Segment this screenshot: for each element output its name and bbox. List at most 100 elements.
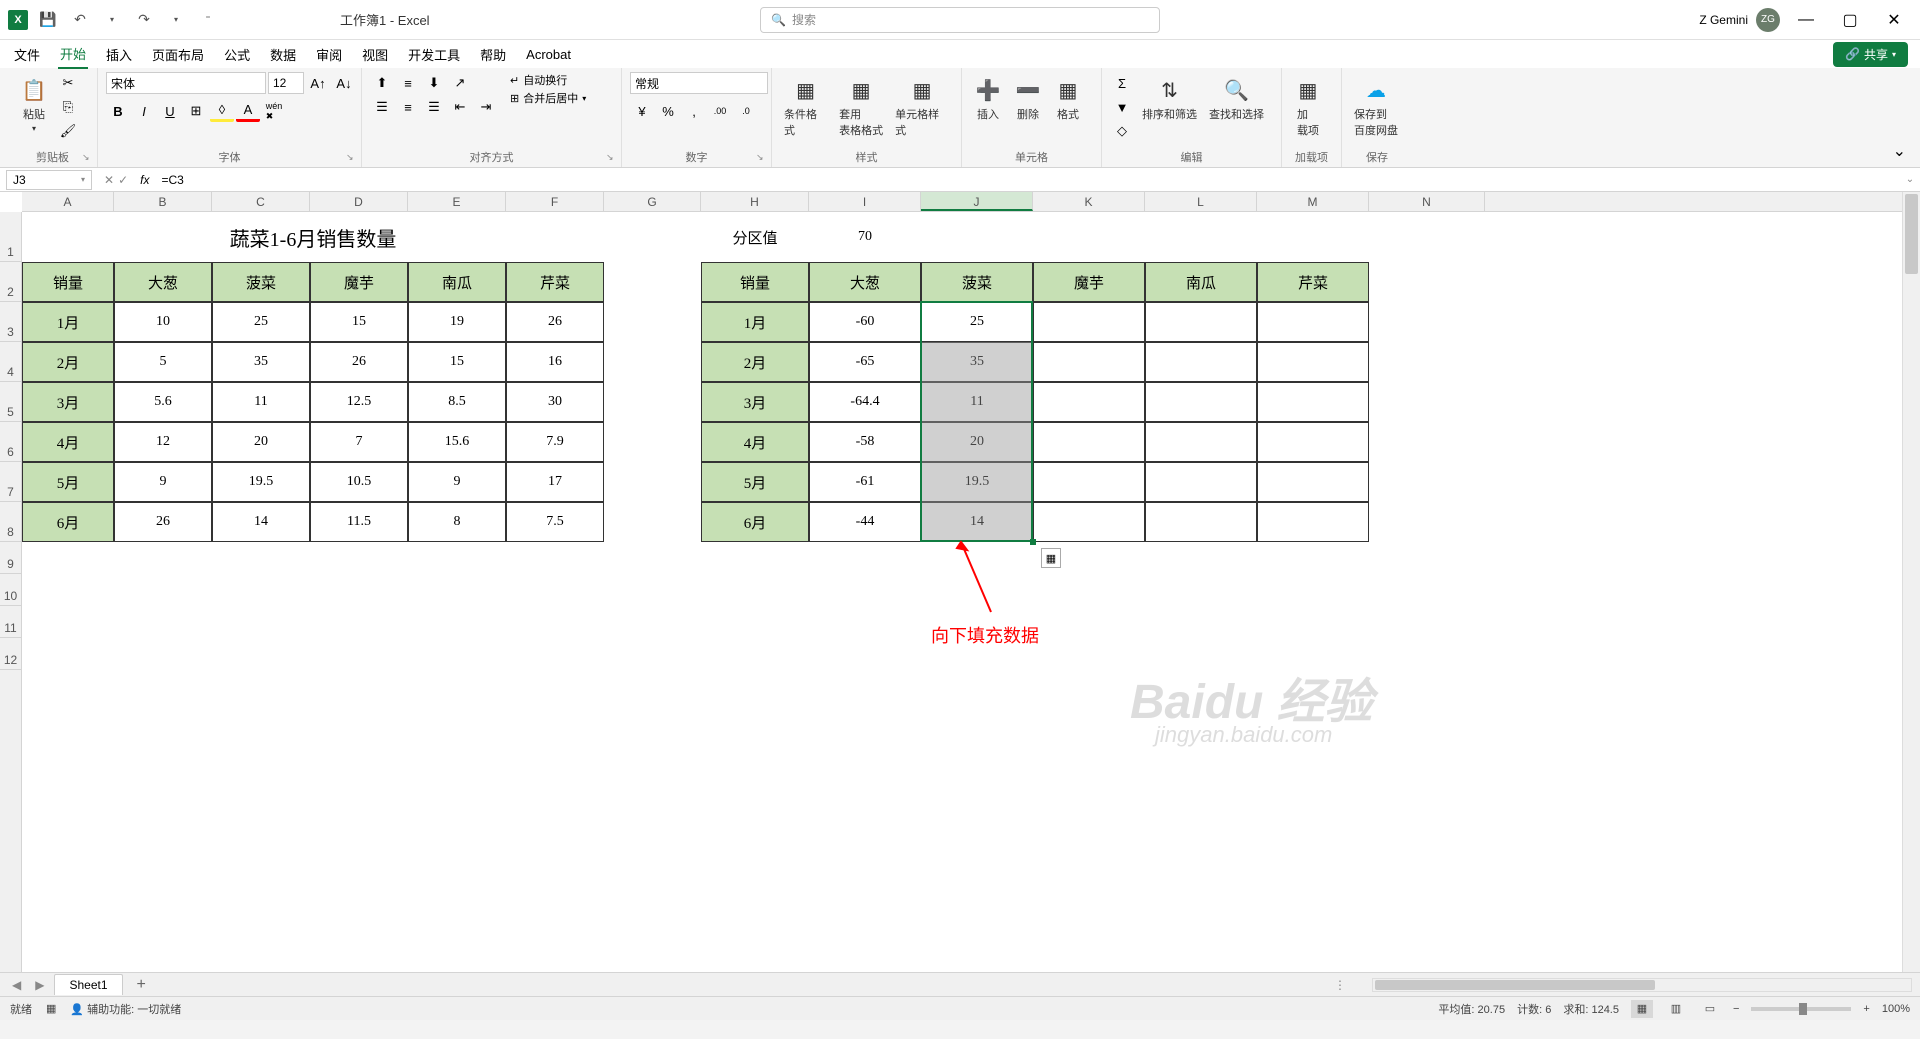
col-header-E[interactable]: E [408, 192, 506, 211]
cell[interactable]: 26 [114, 502, 212, 542]
align-bottom-icon[interactable]: ⬇ [422, 72, 446, 94]
underline-icon[interactable]: U [158, 100, 182, 122]
cell[interactable]: 20 [212, 422, 310, 462]
tab-file[interactable]: 文件 [12, 41, 42, 68]
cell[interactable]: 7.5 [506, 502, 604, 542]
cell[interactable]: 25 [212, 302, 310, 342]
minimize-icon[interactable]: — [1788, 5, 1824, 35]
cell[interactable]: 10.5 [310, 462, 408, 502]
col-header-F[interactable]: F [506, 192, 604, 211]
cell[interactable]: 7 [310, 422, 408, 462]
baidu-save-button[interactable]: ☁保存到 百度网盘 [1350, 72, 1402, 142]
number-dialog-launcher[interactable]: ↘ [756, 152, 768, 164]
autosum-icon[interactable]: Σ [1110, 72, 1134, 94]
orientation-icon[interactable]: ↗ [448, 72, 472, 94]
username[interactable]: Z Gemini [1699, 13, 1748, 27]
clear-icon[interactable]: ◇ [1110, 120, 1134, 142]
col-header-D[interactable]: D [310, 192, 408, 211]
cell[interactable]: 12 [114, 422, 212, 462]
cell[interactable]: 20 [921, 422, 1033, 462]
tab-review[interactable]: 审阅 [314, 41, 344, 68]
cell[interactable]: 15.6 [408, 422, 506, 462]
cut-icon[interactable]: ✂ [56, 72, 80, 94]
border-icon[interactable]: ⊞ [184, 100, 208, 122]
cell[interactable]: 6月 [701, 502, 809, 542]
zoom-out-icon[interactable]: − [1733, 1003, 1739, 1015]
prev-sheet-icon[interactable]: ◀ [8, 978, 25, 992]
row-header-9[interactable]: 9 [0, 542, 21, 574]
vertical-scrollbar[interactable] [1902, 192, 1920, 972]
row-header-8[interactable]: 8 [0, 502, 21, 542]
col-header-J[interactable]: J [921, 192, 1033, 211]
cell[interactable] [1033, 462, 1145, 502]
cell[interactable]: 19.5 [921, 462, 1033, 502]
cell[interactable] [1257, 342, 1369, 382]
autofill-options-icon[interactable]: ▦ [1041, 548, 1061, 568]
cell[interactable]: 1月 [701, 302, 809, 342]
cell[interactable]: 南瓜 [408, 262, 506, 302]
align-dialog-launcher[interactable]: ↘ [606, 152, 618, 164]
cell[interactable] [1145, 302, 1257, 342]
redo-dropdown-icon[interactable]: ▾ [164, 8, 188, 32]
fill-icon[interactable]: ▼ [1110, 96, 1134, 118]
hscroll-thumb[interactable] [1375, 980, 1655, 990]
cell[interactable]: 菠菜 [212, 262, 310, 302]
cell[interactable]: -58 [809, 422, 921, 462]
col-header-G[interactable]: G [604, 192, 701, 211]
redo-icon[interactable]: ↷ [132, 8, 156, 32]
cell[interactable] [1145, 502, 1257, 542]
cell[interactable]: 26 [506, 302, 604, 342]
search-input[interactable]: 🔍 搜索 [760, 7, 1160, 33]
find-select-button[interactable]: 🔍查找和选择 [1205, 72, 1268, 126]
conditional-format-button[interactable]: ▦条件格式 [780, 72, 831, 142]
undo-icon[interactable]: ↶ [68, 8, 92, 32]
currency-icon[interactable]: ¥ [630, 100, 654, 122]
tab-acrobat[interactable]: Acrobat [524, 43, 573, 66]
cell[interactable]: 分区值 [701, 212, 809, 262]
col-header-C[interactable]: C [212, 192, 310, 211]
cell[interactable]: 16 [506, 342, 604, 382]
cell[interactable]: 南瓜 [1145, 262, 1257, 302]
cell[interactable]: 大葱 [809, 262, 921, 302]
cell[interactable]: 5.6 [114, 382, 212, 422]
increase-font-icon[interactable]: A↑ [306, 72, 330, 94]
indent-decrease-icon[interactable]: ⇤ [448, 96, 472, 118]
cell[interactable]: 11 [921, 382, 1033, 422]
wrap-text-button[interactable]: ↵ 自动换行 [510, 72, 586, 88]
sheet-tab-1[interactable]: Sheet1 [54, 974, 122, 995]
cell[interactable]: 蔬菜1-6月销售数量 [22, 212, 604, 262]
align-left-icon[interactable]: ☰ [370, 96, 394, 118]
cell[interactable] [1145, 382, 1257, 422]
cell[interactable] [1033, 422, 1145, 462]
cell[interactable]: 芹菜 [506, 262, 604, 302]
cell[interactable]: 19.5 [212, 462, 310, 502]
cell[interactable]: 5 [114, 342, 212, 382]
row-headers[interactable]: 123456789101112 [0, 212, 22, 972]
row-header-1[interactable]: 1 [0, 212, 21, 262]
cell[interactable]: -44 [809, 502, 921, 542]
normal-view-icon[interactable]: ▦ [1631, 1000, 1653, 1018]
cell[interactable]: 3月 [701, 382, 809, 422]
scrollbar-thumb[interactable] [1905, 194, 1918, 274]
cell[interactable]: -64.4 [809, 382, 921, 422]
cell[interactable]: 2月 [22, 342, 114, 382]
tab-scroll-icon[interactable]: ⋮ [1334, 978, 1346, 992]
add-sheet-icon[interactable]: + [129, 976, 154, 994]
fx-icon[interactable]: fx [134, 173, 155, 187]
cell[interactable]: 菠菜 [921, 262, 1033, 302]
tab-developer[interactable]: 开发工具 [406, 41, 462, 68]
cell[interactable] [1033, 342, 1145, 382]
cancel-formula-icon[interactable]: ✕ [104, 173, 114, 187]
cell[interactable]: 魔芋 [1033, 262, 1145, 302]
row-header-4[interactable]: 4 [0, 342, 21, 382]
paste-button[interactable]: 📋 粘贴 ▾ [16, 72, 52, 137]
cell[interactable] [1257, 422, 1369, 462]
cell[interactable]: 5月 [701, 462, 809, 502]
cell[interactable]: 35 [921, 342, 1033, 382]
tab-view[interactable]: 视图 [360, 41, 390, 68]
zoom-slider[interactable] [1751, 1007, 1851, 1011]
row-header-11[interactable]: 11 [0, 606, 21, 638]
cell[interactable] [1145, 342, 1257, 382]
enter-formula-icon[interactable]: ✓ [118, 173, 128, 187]
cell[interactable] [1033, 502, 1145, 542]
